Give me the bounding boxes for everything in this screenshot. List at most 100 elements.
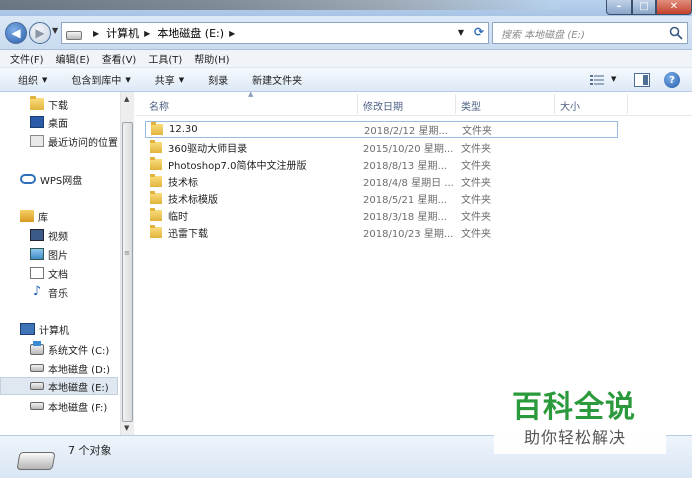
nav-item-wps[interactable]: WPS网盘 bbox=[0, 170, 118, 188]
back-button[interactable]: ◀ bbox=[5, 22, 27, 44]
file-type: 文件夹 bbox=[461, 144, 491, 155]
scroll-up-icon[interactable]: ▲ bbox=[124, 95, 129, 103]
view-options-icon[interactable] bbox=[590, 74, 604, 86]
drive-icon bbox=[30, 364, 44, 372]
search-input[interactable]: 搜索 本地磁盘 (E:) bbox=[492, 22, 688, 44]
scrollbar-thumb[interactable] bbox=[122, 122, 133, 422]
menu-view[interactable]: 查看(V) bbox=[102, 51, 137, 66]
breadcrumb-computer[interactable]: 计算机 bbox=[106, 25, 139, 41]
item-count: 7 个对象 bbox=[68, 444, 112, 457]
new-folder-button[interactable]: 新建文件夹 bbox=[252, 72, 302, 87]
file-type: 文件夹 bbox=[461, 212, 491, 223]
folder-icon bbox=[150, 191, 162, 204]
menu-file[interactable]: 文件(F) bbox=[10, 51, 44, 66]
file-date: 2015/10/20 星期... bbox=[363, 144, 454, 155]
nav-label: 下载 bbox=[48, 100, 68, 112]
file-name: 技术标 bbox=[168, 178, 198, 189]
column-header-row: ▲ 名称 修改日期 类型 大小 bbox=[135, 90, 692, 116]
nav-item-drive-f[interactable]: 本地磁盘 (F:) bbox=[0, 397, 118, 415]
file-date: 2018/8/13 星期... bbox=[363, 161, 447, 172]
search-icon[interactable] bbox=[669, 26, 683, 40]
nav-item-drive-e[interactable]: 本地磁盘 (E:) bbox=[0, 377, 118, 395]
preview-pane-icon[interactable] bbox=[634, 73, 650, 87]
address-bar[interactable]: ▶ 计算机 ▶ 本地磁盘 (E:) ▶ ▼ ⟳ bbox=[61, 22, 489, 44]
address-dropdown-icon[interactable]: ▼ bbox=[458, 28, 464, 37]
maximize-button[interactable]: □ bbox=[632, 0, 656, 15]
nav-label: 图片 bbox=[48, 250, 68, 262]
grip-icon: ≡ bbox=[124, 249, 130, 257]
close-button[interactable]: ✕ bbox=[656, 0, 692, 15]
computer-icon bbox=[20, 323, 35, 335]
menu-help[interactable]: 帮助(H) bbox=[194, 51, 229, 66]
column-name[interactable]: 名称 bbox=[149, 98, 169, 113]
table-row[interactable]: Photoshop7.0简体中文注册版 2018/8/13 星期... 文件夹 bbox=[145, 156, 618, 173]
nav-label: 计算机 bbox=[39, 325, 69, 337]
refresh-icon[interactable]: ⟳ bbox=[474, 25, 484, 39]
file-name: 360驱动大师目录 bbox=[168, 144, 248, 155]
nav-item-drive-c[interactable]: 系统文件 (C:) bbox=[0, 340, 118, 358]
nav-item-music[interactable]: ♪ 音乐 bbox=[0, 283, 118, 301]
include-in-library-button[interactable]: 包含到库中 ▼ bbox=[71, 72, 131, 88]
table-row[interactable]: 技术标模版 2018/5/21 星期... 文件夹 bbox=[145, 190, 618, 207]
file-date: 2018/5/21 星期... bbox=[363, 195, 447, 206]
file-date: 2018/3/18 星期... bbox=[363, 212, 447, 223]
nav-label: WPS网盘 bbox=[40, 175, 83, 187]
nav-item-recent[interactable]: 最近访问的位置 bbox=[0, 132, 118, 150]
chevron-right-icon[interactable]: ▶ bbox=[144, 29, 150, 38]
column-divider[interactable] bbox=[455, 94, 456, 114]
folder-icon bbox=[150, 208, 162, 221]
file-name: 技术标模版 bbox=[168, 195, 218, 206]
nav-item-downloads[interactable]: 下载 bbox=[0, 95, 118, 113]
column-size[interactable]: 大小 bbox=[560, 98, 580, 113]
search-placeholder: 搜索 本地磁盘 (E:) bbox=[501, 29, 585, 41]
nav-item-computer[interactable]: 计算机 bbox=[0, 320, 118, 338]
document-icon bbox=[30, 267, 44, 279]
column-type[interactable]: 类型 bbox=[461, 98, 481, 113]
nav-item-videos[interactable]: 视频 bbox=[0, 226, 118, 244]
table-row[interactable]: 迅雷下载 2018/10/23 星期... 文件夹 bbox=[145, 224, 618, 241]
share-button[interactable]: 共享 ▼ bbox=[154, 72, 184, 88]
nav-item-libraries[interactable]: 库 bbox=[0, 207, 118, 225]
column-date-modified[interactable]: 修改日期 bbox=[363, 98, 403, 113]
menu-bar: 文件(F) 编辑(E) 查看(V) 工具(T) 帮助(H) bbox=[0, 50, 692, 68]
table-row[interactable]: 12.30 2018/2/12 星期... 文件夹 bbox=[145, 121, 618, 138]
breadcrumb-drive-e[interactable]: 本地磁盘 (E:) bbox=[157, 25, 224, 41]
downloads-folder-icon bbox=[30, 96, 44, 110]
chevron-right-icon[interactable]: ▶ bbox=[229, 29, 235, 38]
help-icon[interactable]: ? bbox=[664, 72, 680, 88]
organize-button[interactable]: 组织 ▼ bbox=[18, 72, 48, 88]
nav-item-documents[interactable]: 文档 bbox=[0, 264, 118, 282]
column-divider[interactable] bbox=[357, 94, 358, 114]
table-row[interactable]: 临时 2018/3/18 星期... 文件夹 bbox=[145, 207, 618, 224]
menu-edit[interactable]: 编辑(E) bbox=[56, 51, 90, 66]
chevron-right-icon[interactable]: ▶ bbox=[93, 29, 99, 38]
minimize-button[interactable]: – bbox=[606, 0, 632, 15]
navigation-pane: 下载 桌面 最近访问的位置 WPS网盘 库 视频 图片 文档 ♪ 音乐 计算机 … bbox=[0, 92, 120, 435]
chevron-down-icon: ▼ bbox=[125, 75, 131, 84]
nav-item-desktop[interactable]: 桌面 bbox=[0, 113, 118, 131]
recent-pages-dropdown[interactable]: ▼ bbox=[52, 26, 58, 35]
burn-button[interactable]: 刻录 bbox=[208, 72, 228, 87]
table-row[interactable]: 360驱动大师目录 2015/10/20 星期... 文件夹 bbox=[145, 139, 618, 156]
nav-label: 本地磁盘 (D:) bbox=[48, 364, 111, 376]
menu-tools[interactable]: 工具(T) bbox=[148, 51, 182, 66]
scroll-down-icon[interactable]: ▼ bbox=[124, 424, 129, 432]
nav-item-pictures[interactable]: 图片 bbox=[0, 245, 118, 263]
column-divider[interactable] bbox=[627, 94, 628, 114]
table-row[interactable]: 技术标 2018/4/8 星期日 ... 文件夹 bbox=[145, 173, 618, 190]
forward-button[interactable]: ▶ bbox=[29, 22, 51, 44]
share-label: 共享 bbox=[154, 76, 175, 87]
nav-label: 视频 bbox=[48, 231, 68, 243]
view-dropdown-icon[interactable]: ▼ bbox=[611, 75, 616, 83]
column-divider[interactable] bbox=[554, 94, 555, 114]
music-note-icon: ♪ bbox=[32, 284, 42, 299]
library-icon bbox=[20, 210, 34, 222]
chevron-down-icon: ▼ bbox=[42, 75, 48, 84]
nav-item-drive-d[interactable]: 本地磁盘 (D:) bbox=[0, 359, 118, 377]
desktop-icon bbox=[30, 116, 44, 128]
navigation-scrollbar[interactable]: ▲ ≡ ▼ bbox=[120, 92, 134, 435]
watermark-subtitle: 助你轻松解决 bbox=[524, 428, 627, 447]
system-drive-icon bbox=[30, 340, 44, 355]
file-type: 文件夹 bbox=[461, 229, 491, 240]
drive-icon bbox=[30, 402, 44, 410]
